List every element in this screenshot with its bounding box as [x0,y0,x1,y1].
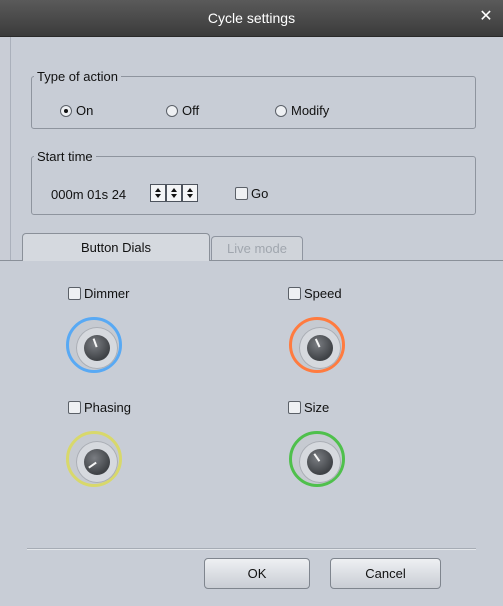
radio-off-dot [166,104,178,117]
radio-on[interactable]: On [60,103,93,118]
speed-label: Speed [304,286,342,301]
phasing-checkbox[interactable]: Phasing [68,400,131,415]
window-title: Cycle settings [207,10,296,26]
title-bar: Cycle settings ✕ [0,0,503,37]
close-icon[interactable]: ✕ [477,8,495,26]
phasing-checkbox-box [68,401,81,414]
radio-off[interactable]: Off [166,103,199,118]
speed-checkbox[interactable]: Speed [288,286,342,301]
start-time-legend: Start time [37,149,93,164]
go-label: Go [251,186,269,201]
radio-on-label: On [76,103,94,118]
tab-button-dials[interactable]: Button Dials [22,233,210,261]
size-checkbox[interactable]: Size [288,400,329,415]
frames-spinner[interactable] [182,184,198,202]
radio-modify[interactable]: Modify [275,103,329,118]
radio-modify-dot [275,104,287,117]
phasing-label: Phasing [84,400,131,415]
dimmer-knob-pointer [92,338,98,348]
phasing-knob-pointer [88,461,97,469]
dimmer-checkbox-box [68,287,81,300]
size-checkbox-box [288,401,301,414]
dimmer-checkbox[interactable]: Dimmer [68,286,130,301]
go-checkbox[interactable]: Go [235,186,268,201]
dimmer-label: Dimmer [84,286,130,301]
go-checkbox-box [235,187,248,200]
seconds-spinner[interactable] [166,184,182,202]
phasing-knob-inner [84,449,110,475]
type-of-action-legend: Type of action [37,69,118,84]
size-knob-pointer [313,453,321,462]
radio-on-dot [60,104,72,117]
tab-live-mode[interactable]: Live mode [211,236,303,261]
start-time-group: Start time [31,149,476,215]
button-dials-panel [0,261,503,606]
dimmer-knob[interactable] [66,317,122,373]
radio-modify-label: Modify [291,103,330,118]
ok-button[interactable]: OK [204,558,310,589]
phasing-knob[interactable] [66,431,122,487]
speed-knob-inner [307,335,333,361]
dimmer-knob-inner [84,335,110,361]
start-time-value: 000m 01s 24 [51,187,127,202]
speed-knob-pointer [314,338,321,348]
speed-knob[interactable] [289,317,345,373]
speed-checkbox-box [288,287,301,300]
size-label: Size [304,400,330,415]
radio-off-label: Off [182,103,200,118]
footer-divider [27,548,476,550]
type-of-action-group: Type of action [31,69,476,129]
size-knob-inner [307,449,333,475]
size-knob[interactable] [289,431,345,487]
minutes-spinner[interactable] [150,184,166,202]
cancel-button[interactable]: Cancel [330,558,441,589]
